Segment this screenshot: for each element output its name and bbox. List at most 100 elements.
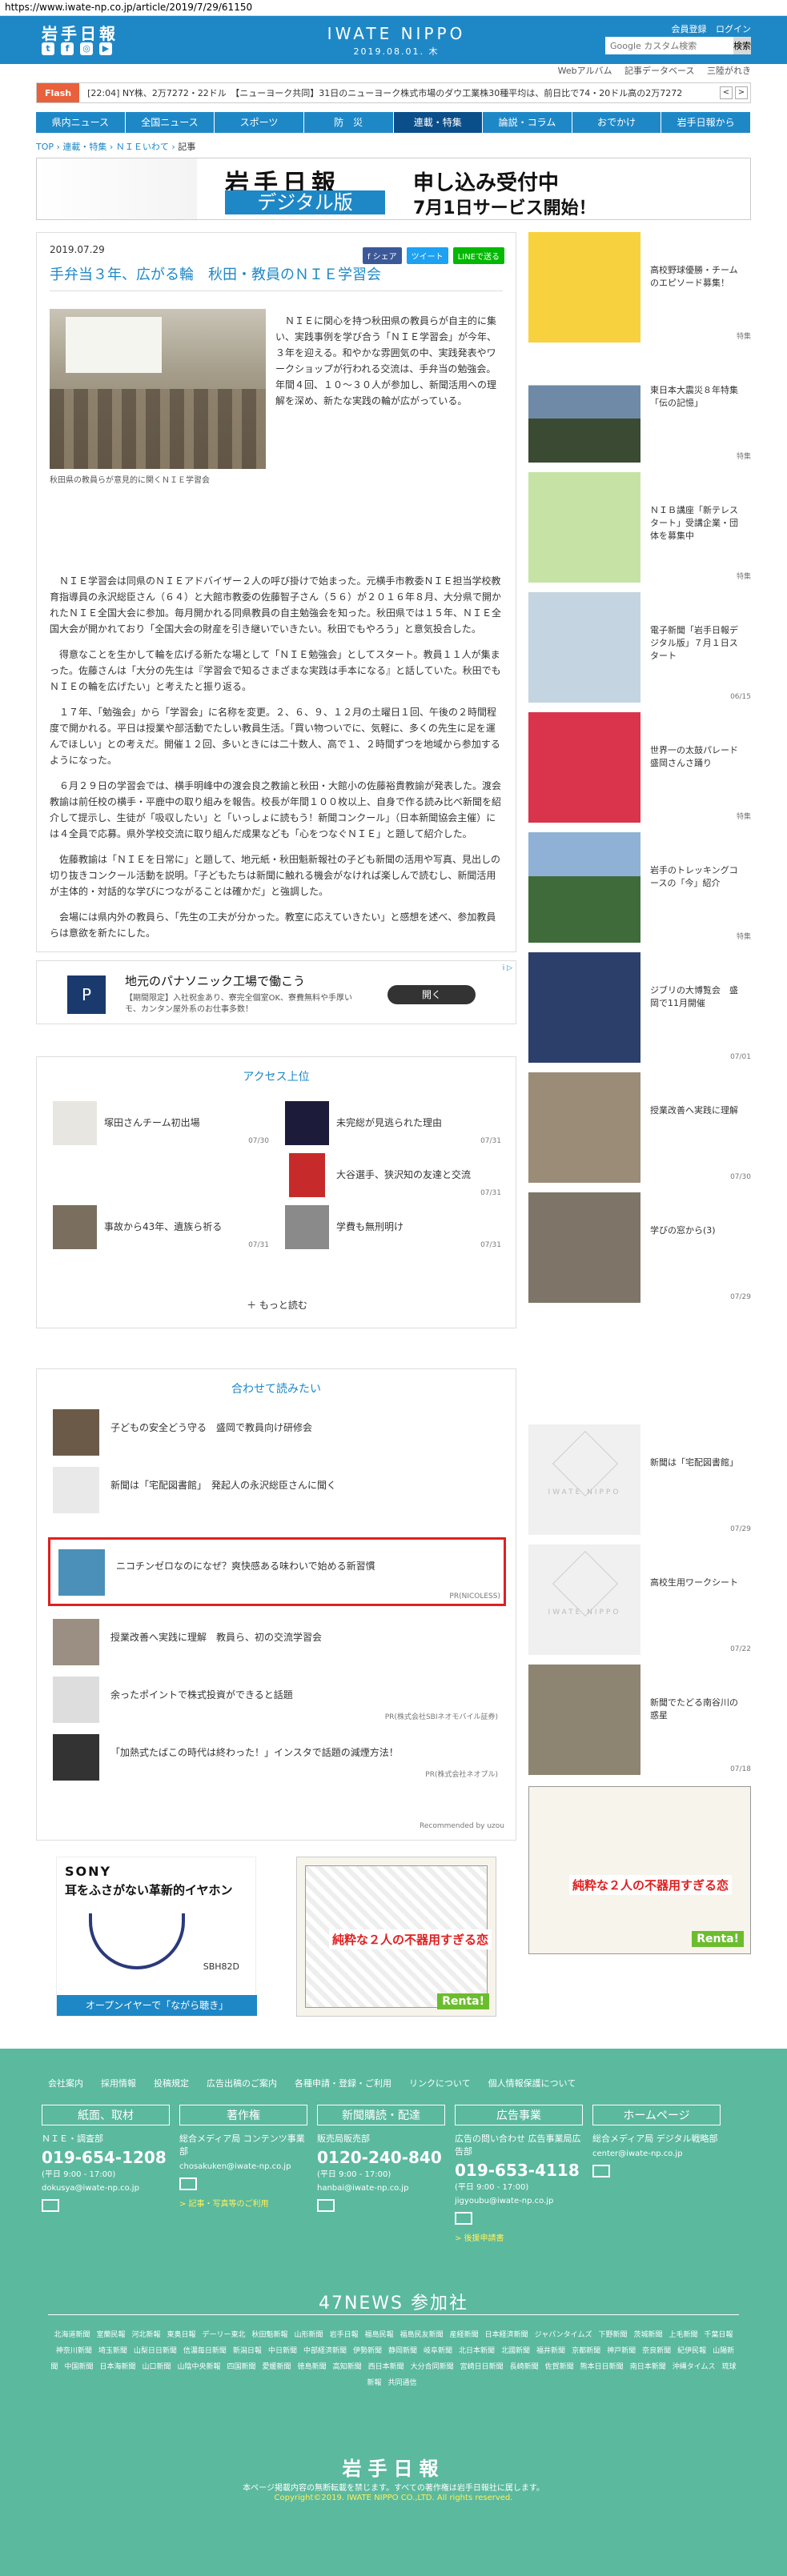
ticker-prev-button[interactable]: <	[720, 86, 733, 99]
youtube-icon[interactable]: ▶	[99, 42, 112, 55]
partner-paper-link[interactable]: 産経新聞	[450, 2331, 479, 2339]
partner-paper-link[interactable]: 北海道新聞	[54, 2331, 90, 2339]
ranking-item[interactable]: 塚田さんチーム初出場 07/30	[53, 1101, 269, 1145]
register-link[interactable]: 会員登録	[672, 24, 707, 34]
recommend-powered-by[interactable]: Recommended by uzou	[420, 1822, 504, 1830]
footer-link-privacy[interactable]: 個人情報保護について	[488, 2077, 576, 2089]
sidebar-item[interactable]: 学びの窓から(3) 07/29	[528, 1192, 751, 1304]
nav-from-iwate[interactable]: 岩手日報から	[661, 112, 751, 133]
recommend-item[interactable]: 授業改善へ実践に理解 教員ら、初の交流学習会	[53, 1619, 501, 1667]
sidebar-item[interactable]: ＮＩＢ講座「新テレスタート」受講企業・団体を募集中 特集	[528, 472, 751, 584]
subnav-database[interactable]: 記事データベース	[624, 66, 694, 76]
footer-link-linking[interactable]: リンクについて	[409, 2077, 471, 2089]
contact-extra-link[interactable]: > 後援申請書	[455, 2231, 583, 2243]
partner-paper-link[interactable]: 室蘭民報	[96, 2331, 125, 2339]
contact-extra-link[interactable]: > 記事・写真等のご利用	[179, 2197, 307, 2209]
partner-paper-link[interactable]: 岐阜新聞	[424, 2347, 452, 2355]
partner-paper-link[interactable]: 上毛新聞	[669, 2331, 698, 2339]
footer-link-recruit[interactable]: 採用情報	[101, 2077, 136, 2089]
mail-icon[interactable]	[317, 2199, 335, 2212]
partner-paper-link[interactable]: 大分合同新聞	[411, 2363, 454, 2371]
panasonic-ad[interactable]: P 地元のパナソニック工場で働こう 【期間限定】入社祝金あり、寮完全個室OK、寮…	[36, 960, 516, 1024]
sidebar-item[interactable]: 東日本大震災８年特集「伝の記憶」 特集	[528, 352, 751, 464]
partner-paper-link[interactable]: 山梨日日新聞	[134, 2347, 177, 2355]
url-bar[interactable]: https://www.iwate-np.co.jp/article/2019/…	[0, 0, 787, 16]
recommend-item[interactable]: 新聞は「宅配図書館」 発起人の永沢総臣さんに聞く	[53, 1467, 501, 1515]
mail-icon[interactable]	[592, 2165, 610, 2177]
site-logo[interactable]: 岩手日報	[42, 21, 118, 44]
partner-paper-link[interactable]: 四国新聞	[227, 2363, 256, 2371]
footer-link-advertising[interactable]: 広告出稿のご案内	[207, 2077, 277, 2089]
twitter-icon[interactable]: t	[42, 42, 54, 55]
partner-paper-link[interactable]: 埼玉新聞	[98, 2347, 127, 2355]
contact-heading[interactable]: 新聞購読・配達	[317, 2105, 445, 2125]
recommend-item[interactable]: 「加熱式たばこの時代は終わった！」インスタで話題の減煙方法！ PR(株式会社ネオ…	[53, 1734, 501, 1782]
partner-paper-link[interactable]: 佐賀新聞	[545, 2363, 574, 2371]
sidebar-manga-ad[interactable]: 純粋な２人の不器用すぎる恋 Renta!	[528, 1786, 751, 1954]
sidebar-item[interactable]: 世界一の太鼓パレード 盛岡さんさ踊り 特集	[528, 712, 751, 824]
instagram-icon[interactable]: ◎	[80, 42, 93, 55]
mail-icon[interactable]	[42, 2199, 59, 2212]
partner-paper-link[interactable]: 北日本新聞	[459, 2347, 495, 2355]
mail-icon[interactable]	[455, 2212, 472, 2225]
partner-paper-link[interactable]: 奈良新聞	[642, 2347, 671, 2355]
partner-paper-link[interactable]: 沖縄タイムス	[673, 2363, 716, 2371]
footer-link-company[interactable]: 会社案内	[48, 2077, 83, 2089]
nav-sports[interactable]: スポーツ	[215, 112, 304, 133]
search-button[interactable]: 検索	[733, 37, 751, 54]
partner-paper-link[interactable]: 河北新報	[131, 2331, 160, 2339]
partner-paper-link[interactable]: 西日本新聞	[368, 2363, 404, 2371]
partner-paper-link[interactable]: 福島民報	[365, 2331, 394, 2339]
nav-editorial[interactable]: 論説・コラム	[483, 112, 572, 133]
partner-paper-link[interactable]: 日本経済新聞	[485, 2331, 528, 2339]
partner-paper-link[interactable]: 日本海新聞	[99, 2363, 135, 2371]
read-more-link[interactable]: ＋ もっと読む	[37, 1298, 517, 1312]
facebook-icon[interactable]: f	[61, 42, 74, 55]
partner-paper-link[interactable]: 長崎新聞	[510, 2363, 539, 2371]
contact-email[interactable]: dokusya@iwate-np.co.jp	[42, 2184, 170, 2193]
sidebar-item[interactable]: 岩手のトレッキングコースの「今」紹介 特集	[528, 832, 751, 944]
partner-paper-link[interactable]: 東奥日報	[167, 2331, 196, 2339]
footer-logo[interactable]: 岩手日報	[0, 2453, 787, 2481]
nav-national[interactable]: 全国ニュース	[126, 112, 215, 133]
partner-paper-link[interactable]: 京都新聞	[572, 2347, 600, 2355]
sony-ad[interactable]: SONY 耳をふさがない革新的イヤホン SBH82D オープンイヤーで「ながら聴…	[56, 1857, 257, 2017]
partner-paper-link[interactable]: デーリー東北	[203, 2331, 246, 2339]
nav-local[interactable]: 県内ニュース	[36, 112, 126, 133]
footer-link-submission[interactable]: 投稿規定	[154, 2077, 189, 2089]
ranking-item[interactable]: 大谷選手、狭沢知の友達と交流 07/31	[285, 1153, 501, 1197]
sidebar-item[interactable]: 高校生用ワークシート 07/22	[528, 1544, 751, 1657]
partner-paper-link[interactable]: 神奈川新聞	[56, 2347, 92, 2355]
subnav-album[interactable]: Webアルバム	[558, 66, 612, 76]
search-input[interactable]	[605, 37, 733, 54]
contact-heading[interactable]: 著作権	[179, 2105, 307, 2125]
contact-email[interactable]: chosakuken@iwate-np.co.jp	[179, 2162, 307, 2171]
sidebar-item[interactable]: 電子新聞「岩手日報デジタル版」７月１日スタート 06/15	[528, 592, 751, 704]
partner-paper-link[interactable]: 伊勢新聞	[353, 2347, 382, 2355]
recommend-item[interactable]: 子どもの安全どう守る 盛岡で教員向け研修会	[53, 1409, 501, 1457]
ticker-text[interactable]: [22:04] NY株、2万7272・22ドル 【ニューヨーク共同】31日のニュ…	[79, 86, 682, 99]
mail-icon[interactable]	[179, 2177, 197, 2190]
sidebar-item[interactable]: 高校野球優勝・チームのエピソード募集！ 特集	[528, 232, 751, 344]
contact-heading[interactable]: 広告事業	[455, 2105, 583, 2125]
partner-paper-link[interactable]: 宮崎日日新聞	[460, 2363, 504, 2371]
nav-outing[interactable]: おでかけ	[572, 112, 662, 133]
partner-paper-link[interactable]: 新潟日報	[233, 2347, 262, 2355]
breadcrumb-nie[interactable]: ＮＩＥいわて	[116, 142, 169, 152]
partner-paper-link[interactable]: 千葉日報	[705, 2331, 733, 2339]
partner-paper-link[interactable]: 徳島新聞	[298, 2363, 327, 2371]
sidebar-item[interactable]: 新聞でたどる南谷川の惑星 07/18	[528, 1665, 751, 1777]
partner-paper-link[interactable]: 中部経済新聞	[303, 2347, 347, 2355]
twitter-share-button[interactable]: ツイート	[406, 247, 448, 264]
recommend-item[interactable]: 余ったポイントで株式投資ができると話題 PR(株式会社SBIネオモバイル証券)	[53, 1677, 501, 1725]
partner-paper-link[interactable]: 神戸新聞	[607, 2347, 636, 2355]
partner-paper-link[interactable]: 秋田魁新報	[252, 2331, 288, 2339]
sidebar-item[interactable]: ジブリの大博覧会 盛岡で11月開催 07/01	[528, 952, 751, 1064]
partner-paper-link[interactable]: 静岡新聞	[388, 2347, 417, 2355]
partner-paper-link[interactable]: 茨城新聞	[633, 2331, 662, 2339]
partner-paper-link[interactable]: 山形新聞	[295, 2331, 323, 2339]
breadcrumb-features[interactable]: 連載・特集	[62, 142, 106, 152]
partner-paper-link[interactable]: 熊本日日新聞	[580, 2363, 624, 2371]
partner-paper-link[interactable]: 信濃毎日新聞	[183, 2347, 227, 2355]
line-share-button[interactable]: LINEで送る	[452, 247, 504, 264]
